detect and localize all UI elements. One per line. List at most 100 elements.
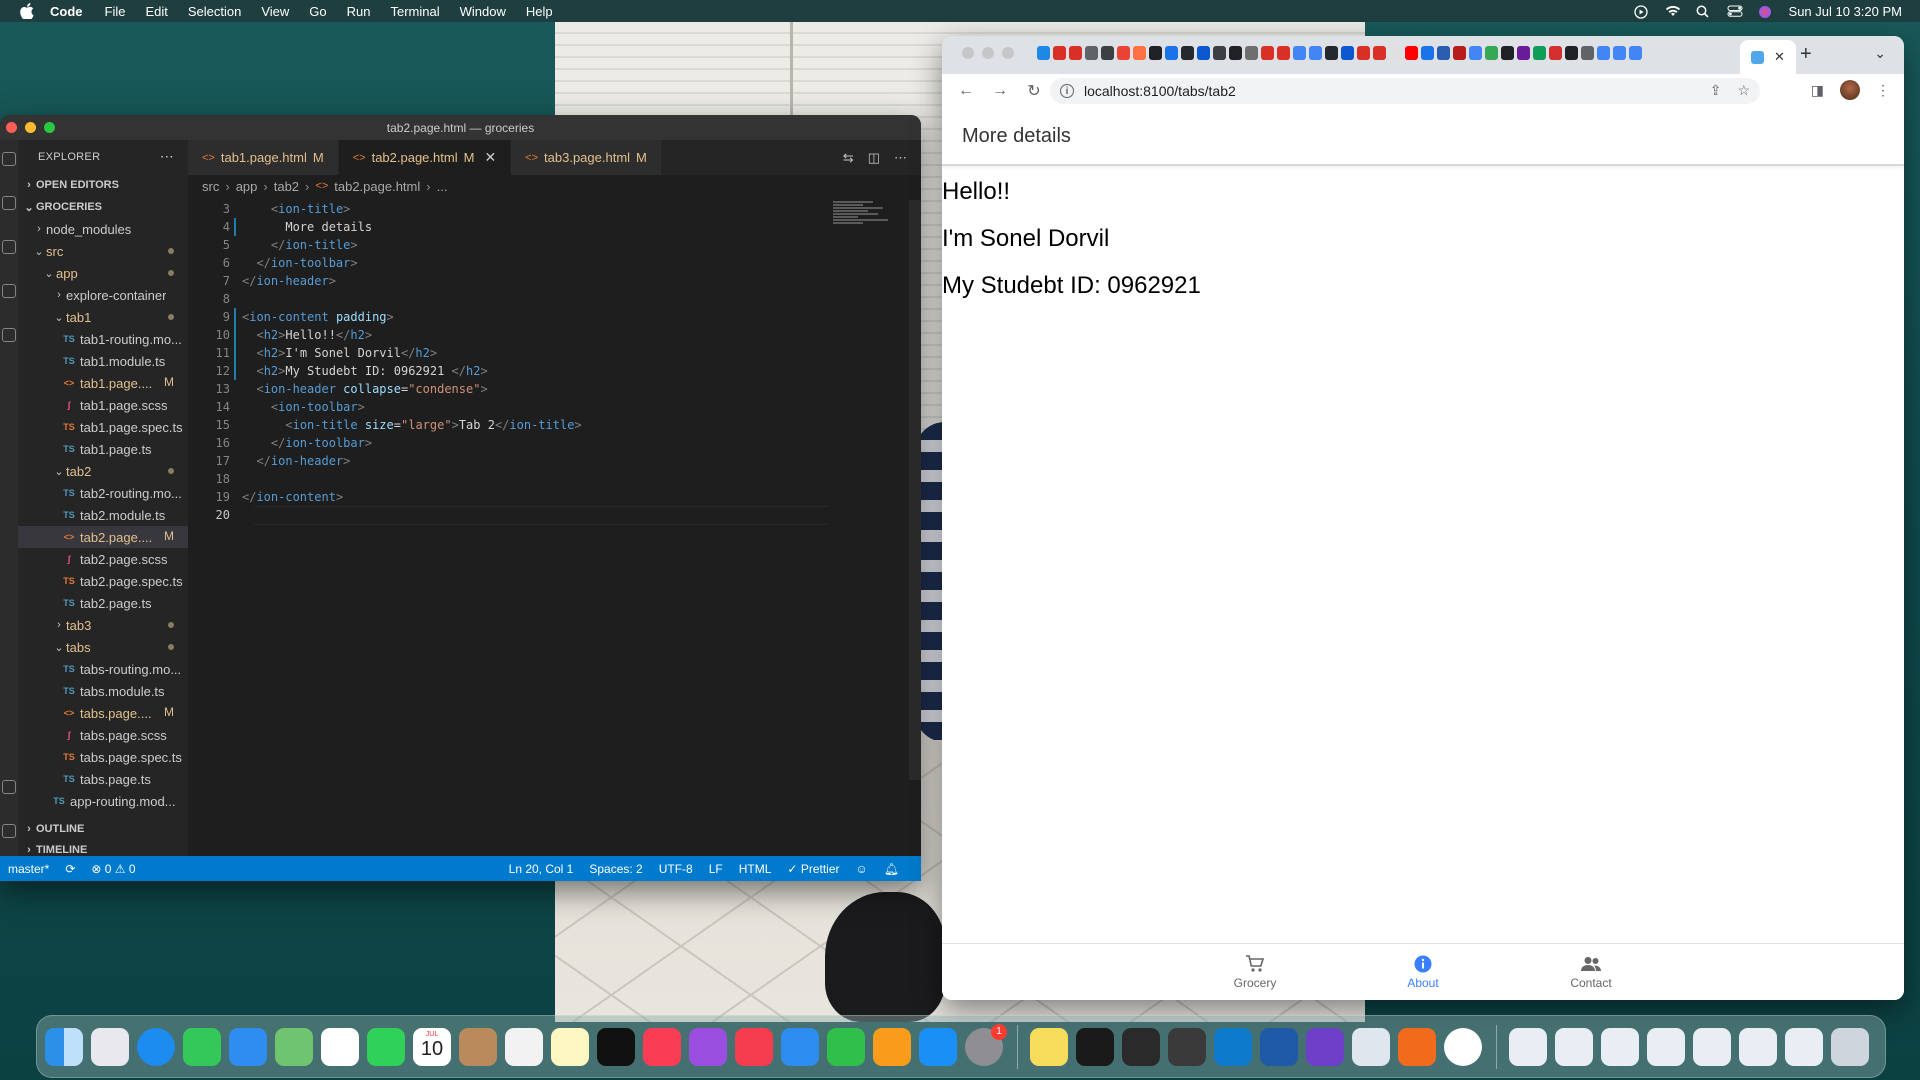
tree-file[interactable]: TS tab2-routing.mo... [18,482,188,504]
open-editors-section[interactable]: › OPEN EDITORS [18,174,188,196]
calendar-icon[interactable]: JUL 10 [413,1027,451,1066]
project-section[interactable]: ⌄ GROCERIES [18,196,188,218]
code-line[interactable]: 10 <h2>Hello!!</h2> [188,326,828,344]
menu-edit[interactable]: Edit [145,4,167,19]
pinned-tab-favicon-icon[interactable] [1517,46,1530,60]
news-icon[interactable] [735,1027,773,1066]
pinned-tab-favicon-icon[interactable] [1149,46,1162,60]
status-prettier[interactable]: ✓ Prettier [787,862,839,876]
pinned-tab-favicon-icon[interactable] [1485,46,1498,60]
tab-button-contact[interactable]: Contact [1507,944,1675,1000]
doc-thumbnail-icon[interactable] [1601,1027,1639,1066]
podcasts-icon[interactable] [689,1027,727,1066]
tree-file[interactable]: <> tab1.page.... M [18,372,188,394]
source-control-activity-icon[interactable] [2,240,16,254]
status-language[interactable]: HTML [739,862,772,876]
numbers-icon[interactable] [827,1027,865,1066]
piano-app-icon[interactable] [1122,1027,1160,1066]
pinned-tab-favicon-icon[interactable] [1341,46,1354,60]
feedback-icon[interactable]: ☺ [856,862,868,876]
photos-icon[interactable] [321,1027,359,1066]
reload-icon[interactable]: ↻ [1024,81,1044,101]
status-eol[interactable]: LF [709,862,723,876]
pinned-tab-favicon-icon[interactable] [1373,46,1386,60]
status-branch[interactable]: master* [8,862,49,876]
safari-icon[interactable] [137,1027,175,1066]
code-line[interactable]: 17 </ion-header> [188,452,828,470]
facetime-icon[interactable] [367,1027,405,1066]
tree-file[interactable]: TS tab2.page.ts [18,592,188,614]
app-store-icon[interactable] [919,1027,957,1066]
search-activity-icon[interactable] [2,196,16,210]
active-browser-tab[interactable]: ✕ [1740,40,1796,74]
word-icon[interactable] [1260,1027,1298,1066]
apple-tv-icon[interactable] [597,1027,635,1066]
pinned-tab-favicon-icon[interactable] [1309,46,1322,60]
menu-terminal[interactable]: Terminal [391,4,440,19]
screen-record-icon[interactable] [1633,5,1649,19]
tree-folder[interactable]: ⌄ tab1 [18,306,188,328]
chrome-close-button[interactable] [962,47,974,59]
tree-folder[interactable]: › explore-container [18,284,188,306]
code-line[interactable]: 7 </ion-header> [188,272,828,290]
menu-view[interactable]: View [261,4,289,19]
doc-thumbnail-icon[interactable] [1785,1027,1823,1066]
pinned-tab-favicon-icon[interactable] [1549,46,1562,60]
tree-file[interactable]: ʃ tab1.page.scss [18,394,188,416]
new-tab-button[interactable]: + [1800,43,1812,66]
pinned-tab-favicon-icon[interactable] [1165,46,1178,60]
trash-icon[interactable] [1831,1027,1869,1066]
breadcrumb-src[interactable]: src [202,179,219,194]
pinned-tab-favicon-icon[interactable] [1277,46,1290,60]
code-line[interactable]: 6 </ion-toolbar> [188,254,828,272]
wifi-icon[interactable] [1665,5,1680,17]
run-debug-activity-icon[interactable] [2,284,16,298]
sync-icon[interactable]: ⟳ [65,862,75,876]
pinned-tab-favicon-icon[interactable] [1069,46,1082,60]
split-editor-icon[interactable]: ◫ [868,150,880,166]
tab-tab2-page-html[interactable]: <> tab2.page.html M ✕ [338,140,512,175]
share-icon[interactable]: ⇪ [1710,82,1722,99]
site-info-icon[interactable]: i [1060,84,1074,98]
pinned-tab-favicon-icon[interactable] [1229,46,1242,60]
tab-button-about[interactable]: About [1339,944,1507,1000]
menu-app-name[interactable]: Code [50,4,83,19]
editor-more-icon[interactable]: ⋯ [894,150,907,166]
breadcrumb-symbol[interactable]: ... [437,179,448,194]
chrome-menu-icon[interactable]: ⋮ [1876,82,1890,99]
menu-help[interactable]: Help [526,4,553,19]
pinned-tab-favicon-icon[interactable] [1181,46,1194,60]
apple-menu-icon[interactable] [18,2,36,20]
explorer-more-icon[interactable]: ⋯ [160,148,174,165]
tree-folder[interactable]: › node_modules [18,218,188,240]
minimap[interactable] [833,200,913,240]
code-line[interactable]: 5 </ion-title> [188,236,828,254]
doc-thumbnail-icon[interactable] [1693,1027,1731,1066]
status-encoding[interactable]: UTF-8 [659,862,693,876]
pages-icon[interactable] [873,1027,911,1066]
menu-clock[interactable]: Sun Jul 10 3:20 PM [1789,4,1902,19]
pinned-tab-favicon-icon[interactable] [1085,46,1098,60]
tree-file[interactable]: TS tab1.page.spec.ts [18,416,188,438]
notes-icon[interactable] [551,1027,589,1066]
screenshot-preview-icon[interactable] [1352,1027,1390,1066]
status-cursor-position[interactable]: Ln 20, Col 1 [509,862,574,876]
code-line[interactable]: 9 <ion-content padding> [188,308,828,326]
tree-folder[interactable]: ⌄ tab2 [18,460,188,482]
tree-file[interactable]: TS tabs.page.spec.ts [18,746,188,768]
tab-close-icon[interactable]: ✕ [1774,49,1785,65]
system-preferences-icon[interactable]: 1 [965,1023,1007,1066]
pinned-tab-favicon-icon[interactable] [1453,46,1466,60]
menu-run[interactable]: Run [347,4,371,19]
pinned-tab-favicon-icon[interactable] [1565,46,1578,60]
menu-window[interactable]: Window [460,4,506,19]
code-line[interactable]: 12 <h2>My Studebt ID: 0962921 </h2> [188,362,828,380]
tree-file[interactable]: TS tabs.module.ts [18,680,188,702]
pinned-tab-favicon-icon[interactable] [1533,46,1546,60]
tree-file[interactable]: TS tab1.page.ts [18,438,188,460]
sourcetree-icon[interactable] [1398,1027,1436,1066]
tab-button-grocery[interactable]: Grocery [1171,944,1339,1000]
window-minimize-button[interactable] [25,122,36,133]
side-panel-icon[interactable]: ◨ [1811,82,1824,99]
chrome-dock-icon[interactable] [1444,1027,1482,1066]
